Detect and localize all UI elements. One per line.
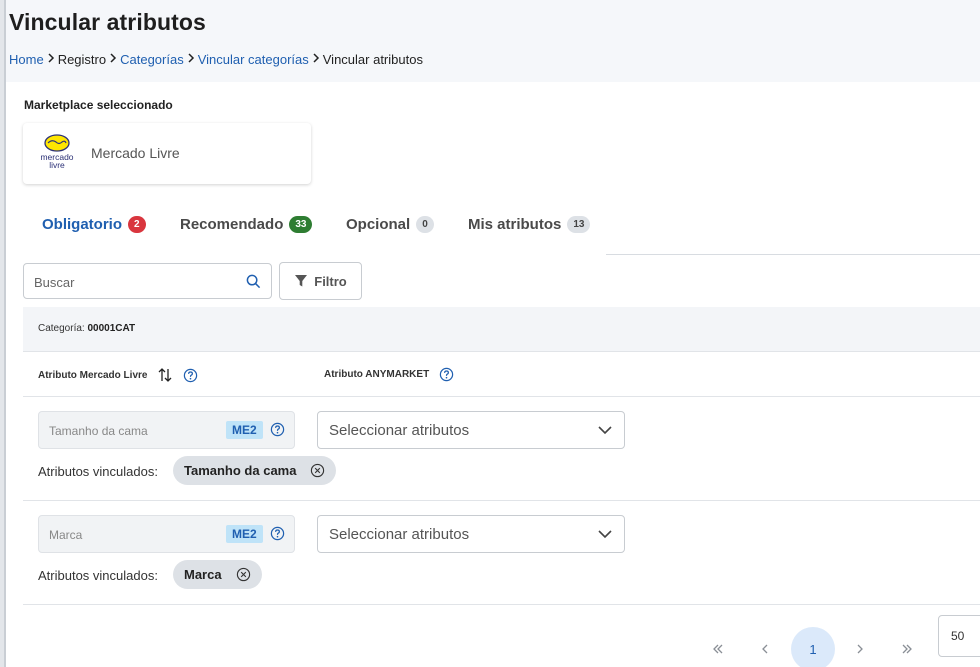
linked-attributes-label: Atributos vinculados: <box>38 568 158 583</box>
chip-label: Tamanho da cama <box>184 463 297 478</box>
col-header-label: Atributo ANYMARKET <box>324 369 430 380</box>
chevron-right-icon <box>309 53 323 66</box>
tab-count-badge: 0 <box>416 216 434 233</box>
double-chevron-right-icon <box>902 644 912 654</box>
tab-label: Recomendado <box>180 216 284 233</box>
logo-text-livre: livre <box>49 160 65 170</box>
tab-bar: Obligatorio 2 Recomendado 33 Opcional 0 … <box>24 202 606 254</box>
next-page-button[interactable] <box>838 627 882 667</box>
help-icon[interactable] <box>183 368 198 383</box>
chevron-right-icon <box>184 53 198 66</box>
filter-button[interactable]: Filtro <box>279 262 362 300</box>
breadcrumb-home[interactable]: Home <box>9 52 44 67</box>
remove-chip-icon[interactable] <box>236 567 251 582</box>
linked-attribute-chip: Marca <box>173 560 262 589</box>
prev-page-button[interactable] <box>743 627 787 667</box>
breadcrumb-vincular-categorias[interactable]: Vincular categorías <box>198 52 309 67</box>
first-page-button[interactable] <box>696 627 740 667</box>
attributes-table: Categoría: 00001CAT Atributo Mercado Liv… <box>23 307 980 667</box>
table-row: Tamanho da cama ME2 Seleccionar atributo… <box>23 397 980 501</box>
breadcrumb-current: Vincular atributos <box>322 52 423 67</box>
help-icon[interactable] <box>270 526 285 541</box>
per-page-select[interactable]: 50 <box>938 615 980 657</box>
marketplace-attribute-field: Marca ME2 <box>38 515 295 553</box>
tab-count-badge: 2 <box>128 216 146 233</box>
chevron-right-icon <box>106 53 120 66</box>
category-row: Categoría: 00001CAT <box>23 307 980 352</box>
last-page-button[interactable] <box>885 627 929 667</box>
category-value: 00001CAT <box>87 323 136 334</box>
tab-label: Opcional <box>346 216 411 233</box>
anymarket-attribute-select[interactable]: Seleccionar atributos <box>317 411 625 449</box>
tabs-divider <box>606 254 980 255</box>
page-number-current[interactable]: 1 <box>791 627 835 667</box>
page-title: Vincular atributos <box>9 9 206 35</box>
linked-attributes-label: Atributos vinculados: <box>38 464 158 479</box>
tab-count-badge: 13 <box>567 216 591 233</box>
chevron-right-icon <box>857 644 863 654</box>
select-placeholder: Seleccionar atributos <box>329 526 470 543</box>
col-header-label: Atributo Mercado Livre <box>38 369 148 381</box>
chevron-down-icon <box>598 426 612 435</box>
chevron-down-icon <box>598 530 612 539</box>
attribute-name: Tamanho da cama <box>49 424 148 438</box>
help-icon[interactable] <box>270 422 285 437</box>
marketplace-card: mercado livre Mercado Livre <box>23 123 311 184</box>
per-page-value: 50 <box>951 629 965 643</box>
filter-label: Filtro <box>314 273 347 289</box>
tab-obligatorio[interactable]: Obligatorio 2 <box>42 216 146 233</box>
col-header-anymarket: Atributo ANYMARKET <box>324 367 454 382</box>
chevron-right-icon <box>44 53 58 66</box>
page-header: Vincular atributos Home Registro Categor… <box>9 0 980 82</box>
anymarket-attribute-select[interactable]: Seleccionar atributos <box>317 515 625 553</box>
main-content: Marketplace seleccionado mercado livre M… <box>6 82 980 667</box>
sort-icon[interactable] <box>157 367 173 383</box>
breadcrumb: Home Registro Categorías Vincular catego… <box>9 52 423 67</box>
marketplace-attribute-field: Tamanho da cama ME2 <box>38 411 295 449</box>
chip-label: Marca <box>184 567 222 582</box>
double-chevron-left-icon <box>713 644 723 654</box>
remove-chip-icon[interactable] <box>310 463 325 478</box>
chevron-left-icon <box>762 644 768 654</box>
linked-attribute-chip: Tamanho da cama <box>173 456 337 485</box>
search-icon[interactable] <box>246 274 261 289</box>
select-placeholder: Seleccionar atributos <box>329 422 470 439</box>
breadcrumb-categorias[interactable]: Categorías <box>120 52 184 67</box>
me2-tag: ME2 <box>226 421 263 439</box>
me2-tag: ME2 <box>226 525 263 543</box>
filter-icon <box>295 275 308 287</box>
tab-recomendado[interactable]: Recomendado 33 <box>180 216 313 233</box>
tab-mis-atributos[interactable]: Mis atributos 13 <box>468 216 591 233</box>
attribute-name: Marca <box>49 528 83 542</box>
mercado-livre-logo: mercado livre <box>40 134 74 170</box>
tab-count-badge: 33 <box>289 216 313 233</box>
marketplace-label: Marketplace seleccionado <box>24 98 173 112</box>
tab-label: Obligatorio <box>42 216 122 233</box>
search-field[interactable] <box>23 263 272 299</box>
search-input[interactable] <box>34 272 234 292</box>
category-info: Categoría: 00001CAT <box>38 323 135 334</box>
marketplace-name: Mercado Livre <box>91 145 180 161</box>
breadcrumb-registro: Registro <box>57 52 107 67</box>
table-row: Marca ME2 Seleccionar atributos Atributo… <box>23 501 980 605</box>
tab-label: Mis atributos <box>468 216 562 233</box>
tab-opcional[interactable]: Opcional 0 <box>346 216 434 233</box>
category-label: Categoría: <box>38 323 85 334</box>
table-header: Atributo Mercado Livre Atributo ANYMARKE… <box>23 352 980 397</box>
help-icon[interactable] <box>439 367 454 382</box>
col-header-marketplace: Atributo Mercado Livre <box>38 367 198 383</box>
